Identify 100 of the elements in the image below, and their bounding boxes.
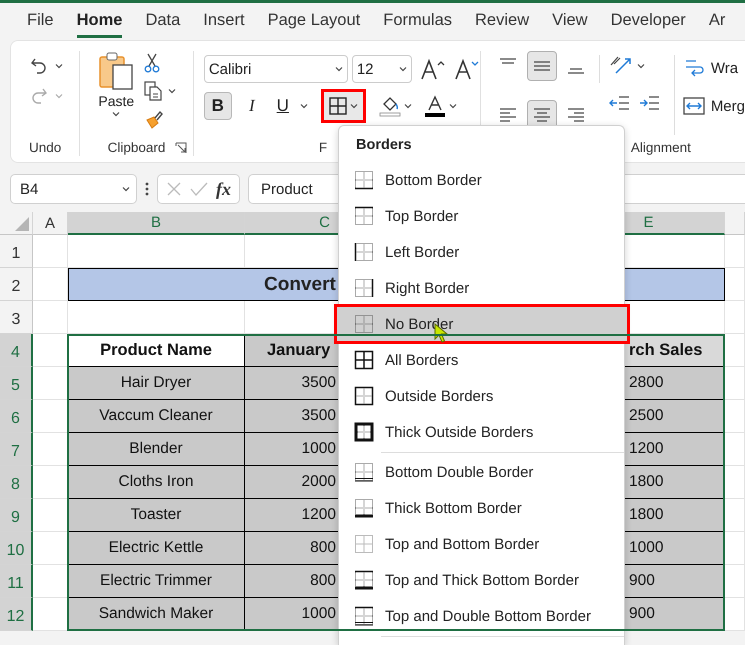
chevron-icon[interactable] [350, 103, 358, 109]
empty-cell [725, 301, 745, 334]
ribbon-tab[interactable]: Ar [708, 5, 726, 38]
row-header[interactable]: 6 [0, 400, 33, 433]
empty-cell [725, 499, 745, 532]
paste-button[interactable]: Paste [98, 51, 134, 140]
row-header[interactable]: 10 [0, 532, 33, 565]
left-border-icon [354, 242, 374, 262]
bold-button[interactable]: B [204, 92, 232, 120]
empty-cell [725, 367, 745, 400]
group-label: Alignment [630, 140, 691, 156]
chevron-icon[interactable] [636, 63, 645, 69]
wrap-text-button[interactable]: Wra [682, 57, 745, 79]
check-icon[interactable] [190, 181, 208, 197]
borders-button[interactable] [324, 92, 363, 120]
top-double-bottom-border-icon [354, 606, 374, 626]
table-cell: Hair Dryer [68, 367, 245, 400]
none-border-icon [354, 314, 374, 334]
column-header[interactable]: B [68, 212, 245, 235]
ribbon-tab[interactable]: Formulas [383, 5, 452, 38]
paintbrush-icon[interactable] [144, 109, 164, 129]
row-header[interactable]: 2 [0, 268, 33, 301]
ribbon-tab[interactable]: Insert [203, 5, 245, 38]
empty-cell [725, 334, 745, 367]
chevron-icon[interactable] [55, 63, 63, 69]
italic-button[interactable]: I [238, 92, 266, 120]
scissors-icon[interactable] [144, 53, 160, 73]
bottom-double-border-icon [354, 462, 374, 482]
name-box[interactable]: B4 [10, 174, 137, 204]
align-top-icon [500, 58, 516, 64]
bottom-border-icon [354, 170, 374, 190]
row-header[interactable]: 1 [0, 235, 33, 268]
merge-button[interactable]: Merg [682, 95, 745, 117]
row-header[interactable]: 11 [0, 565, 33, 598]
align-middle-button[interactable] [526, 51, 557, 81]
more-options-icon[interactable] [145, 181, 149, 197]
table-cell: Blender [68, 433, 245, 466]
group-label: Undo [28, 140, 62, 156]
empty-cell [725, 565, 745, 598]
ribbon-tab[interactable]: View [552, 5, 588, 38]
align-left-icon [500, 108, 516, 122]
clipboard-icon [98, 51, 134, 91]
chevron-icon[interactable] [112, 111, 120, 117]
all-border-icon [354, 350, 374, 370]
group-label: F [318, 140, 328, 156]
empty-cell [725, 433, 745, 466]
fill-color-icon[interactable] [378, 95, 401, 117]
chevron-icon[interactable] [448, 103, 457, 109]
table-cell: Electric Kettle [68, 532, 245, 565]
copy-icon[interactable] [144, 81, 162, 101]
align-middle-icon [534, 61, 550, 71]
ribbon-tab[interactable]: Page Layout [268, 5, 360, 38]
menu-item[interactable]: Left Border [339, 234, 624, 270]
increase-font-size-icon[interactable] [420, 58, 446, 80]
underline-button[interactable]: U [272, 92, 294, 120]
align-center-icon [534, 108, 550, 122]
ribbon-tab[interactable]: Review [475, 5, 530, 38]
font-color-icon[interactable] [424, 95, 446, 117]
chevron-icon[interactable] [122, 186, 130, 192]
align-right-icon [568, 108, 584, 122]
row-header[interactable]: 3 [0, 301, 33, 334]
chevron-icon[interactable] [168, 88, 176, 94]
thick-bottom-border-icon [354, 498, 374, 518]
thick-outside-border-icon [354, 422, 374, 442]
column-heading: Product Name [68, 334, 245, 367]
table-cell: Vaccum Cleaner [68, 400, 245, 433]
align-bottom-icon [568, 68, 584, 74]
row-header[interactable]: 12 [0, 598, 33, 631]
table-cell: Cloths Iron [68, 466, 245, 499]
chevron-icon[interactable] [404, 103, 412, 109]
column-header[interactable]: A [33, 212, 68, 235]
menu-item[interactable]: Bottom Border [339, 162, 624, 198]
row-header[interactable]: 4 [0, 334, 33, 367]
top-thick-bottom-border-icon [354, 570, 374, 590]
chevron-icon[interactable] [300, 103, 308, 109]
menu-item[interactable]: No Border [336, 306, 628, 342]
grid-icon [328, 97, 347, 115]
group-label: Clipboard [108, 140, 166, 156]
font-size-field[interactable]: 12 [352, 55, 412, 83]
ribbon-tab[interactable]: File [27, 5, 54, 38]
ribbon-tab[interactable]: Developer [610, 5, 686, 38]
row-header[interactable]: 8 [0, 466, 33, 499]
row-header[interactable]: 5 [0, 367, 33, 400]
font-name-field[interactable]: Calibri [204, 55, 348, 83]
menu-title: Borders [355, 136, 412, 155]
empty-cell [725, 598, 745, 631]
chevron-icon[interactable] [334, 66, 343, 72]
decrease-font-size-icon[interactable] [454, 58, 480, 80]
table-cell: Toaster [68, 499, 245, 532]
right-border-icon [354, 278, 374, 298]
chevron-icon[interactable] [398, 66, 407, 72]
dialog-launcher-icon[interactable] [174, 142, 187, 154]
row-header[interactable]: 9 [0, 499, 33, 532]
top-border-icon [354, 206, 374, 226]
ribbon-tab[interactable]: Data [145, 5, 180, 38]
insert-function-button[interactable]: fx [216, 178, 231, 200]
row-header[interactable]: 7 [0, 433, 33, 466]
outside-border-icon [354, 386, 374, 406]
empty-cell [725, 400, 745, 433]
top-bottom-border-icon [354, 534, 374, 554]
